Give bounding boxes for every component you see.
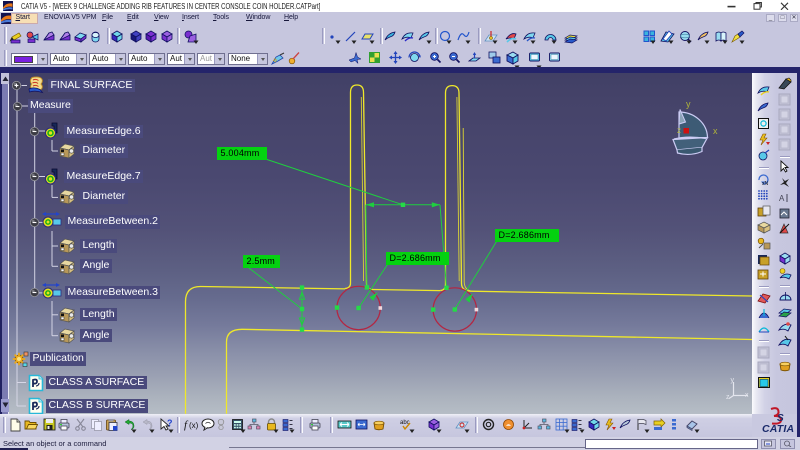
svg-text:x: x <box>713 126 718 136</box>
svg-text:CATIA: CATIA <box>762 423 794 433</box>
svg-text:A: A <box>779 194 785 203</box>
svg-text:x: x <box>745 392 749 399</box>
svg-text:z: z <box>726 394 730 401</box>
svg-text:y: y <box>686 99 691 109</box>
svg-text:y: y <box>731 377 735 384</box>
svg-text:(x): (x) <box>189 421 199 430</box>
svg-text:?: ? <box>167 418 173 428</box>
svg-text:xN: xN <box>762 181 769 186</box>
svg-text:z: z <box>677 126 681 135</box>
